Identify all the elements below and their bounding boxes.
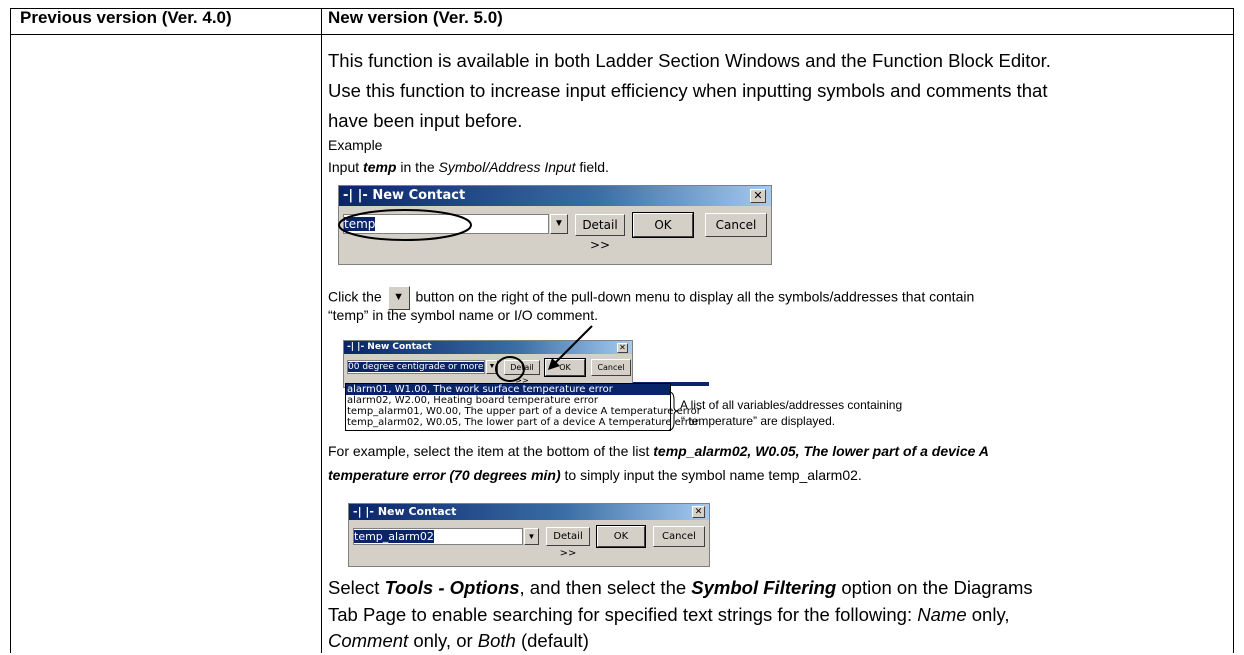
tools-prefix: Select	[328, 577, 385, 598]
input-prefix: Input	[328, 159, 364, 175]
tools-line: Select Tools - Options, and then select …	[328, 574, 1033, 602]
dialog-title-bar: -| |- New Contact	[339, 186, 771, 206]
select-instruction: For example, select the item at the bott…	[328, 442, 989, 460]
close-icon[interactable]: ✕	[750, 189, 766, 203]
tools-mid: , and then select the	[519, 577, 692, 598]
header-divider	[10, 34, 1234, 35]
header-new-version: New version (Ver. 5.0)	[328, 8, 503, 27]
intro-line-3: have been input before.	[328, 110, 523, 131]
click-prefix: Click the	[328, 288, 382, 305]
dialog-title: -| |- New Contact	[347, 342, 432, 352]
select-prefix: For example, select the item at the bott…	[328, 443, 654, 459]
input-field-name: Symbol/Address Input	[438, 159, 576, 175]
highlight-ellipse	[338, 209, 472, 241]
input-selected-text: temp_alarm02	[354, 530, 434, 543]
only-1: only,	[966, 604, 1010, 625]
only-2: only, or	[408, 630, 478, 651]
list-note-line-1: A list of all variables/addresses contai…	[680, 398, 903, 412]
list-brace	[668, 391, 679, 431]
header-previous-version: Previous version (Ver. 4.0)	[20, 8, 232, 27]
list-note: A list of all variables/addresses contai…	[680, 397, 902, 429]
click-suffix: button on the right of the pull-down men…	[415, 288, 975, 305]
dialog-title-bar: -| |- New Contact	[349, 504, 709, 520]
new-contact-dialog-3: -| |- New Contact ✕ temp_alarm02 ▼ Detai…	[348, 503, 710, 567]
symbol-dropdown-list[interactable]: alarm01, W1.00, The work surface tempera…	[345, 383, 701, 431]
table-right-border	[1233, 8, 1234, 653]
select-item-bold-1: temp_alarm02, W0.05, The lower part of a…	[653, 443, 989, 459]
both-word: Both	[477, 630, 516, 651]
list-item[interactable]: alarm02, W2.00, Heating board temperatur…	[346, 395, 670, 406]
symbol-filtering: Symbol Filtering	[691, 577, 837, 598]
column-divider	[321, 8, 322, 653]
ok-button[interactable]: OK	[596, 525, 646, 548]
symbol-address-input[interactable]: temp_alarm02	[353, 528, 523, 545]
close-icon[interactable]: ✕	[692, 506, 705, 518]
table-left-border	[10, 8, 11, 653]
tools-options: Tools - Options	[384, 577, 520, 598]
close-icon[interactable]: ✕	[617, 343, 628, 353]
name-word: Name	[917, 604, 967, 625]
comment-word: Comment	[328, 630, 409, 651]
select-instruction-line-2: temperature error (70 degrees min) to si…	[328, 466, 862, 484]
options-line: Comment only, or Both (default)	[328, 627, 589, 655]
list-note-line-2: “ temperature” are displayed.	[681, 414, 836, 428]
dropdown-arrow-icon[interactable]: ▼	[524, 528, 539, 545]
dialog-title: -| |- New Contact	[353, 505, 457, 518]
select-item-bold-2: temperature error (70 degrees min)	[328, 467, 561, 483]
tools-suffix: option on the Diagrams	[836, 577, 1033, 598]
intro-line-1: This function is available in both Ladde…	[328, 50, 1051, 71]
input-mid: in the	[396, 159, 439, 175]
tab-line: Tab Page to enable searching for specifi…	[328, 601, 1009, 629]
symbol-address-input[interactable]: 00 degree centigrade or more)	[347, 360, 485, 374]
dialog-title: -| |- New Contact	[343, 188, 466, 203]
intro-line-2: Use this function to increase input effi…	[328, 80, 1048, 101]
list-item[interactable]: alarm01, W1.00, The work surface tempera…	[346, 384, 670, 395]
tab-text: Tab Page to enable searching for specifi…	[328, 604, 918, 625]
detail-button[interactable]: Detail >>	[575, 214, 625, 252]
default-word: (default)	[515, 630, 589, 651]
detail-button[interactable]: Detail >>	[546, 527, 590, 559]
select-suffix: to simply input the symbol name temp_ala…	[560, 467, 862, 483]
new-contact-dialog-1: -| |- New Contact ✕ temp ▼ Detail >> OK …	[338, 185, 772, 265]
dropdown-arrow-icon[interactable]: ▼	[550, 214, 568, 234]
pointer-arrow	[548, 325, 593, 370]
list-item[interactable]: temp_alarm01, W0.00, The upper part of a…	[346, 406, 701, 417]
input-instruction: Input temp in the Symbol/Address Input f…	[328, 158, 609, 176]
input-suffix: field.	[575, 159, 609, 175]
input-term: temp	[363, 159, 397, 175]
example-label: Example	[328, 137, 383, 153]
ok-button[interactable]: OK	[632, 212, 694, 238]
input-selected-text: 00 degree centigrade or more)	[348, 362, 485, 372]
cancel-button[interactable]: Cancel	[653, 526, 705, 547]
cancel-button[interactable]: Cancel	[705, 213, 767, 237]
list-item[interactable]: temp_alarm02, W0.05, The lower part of a…	[346, 417, 699, 428]
